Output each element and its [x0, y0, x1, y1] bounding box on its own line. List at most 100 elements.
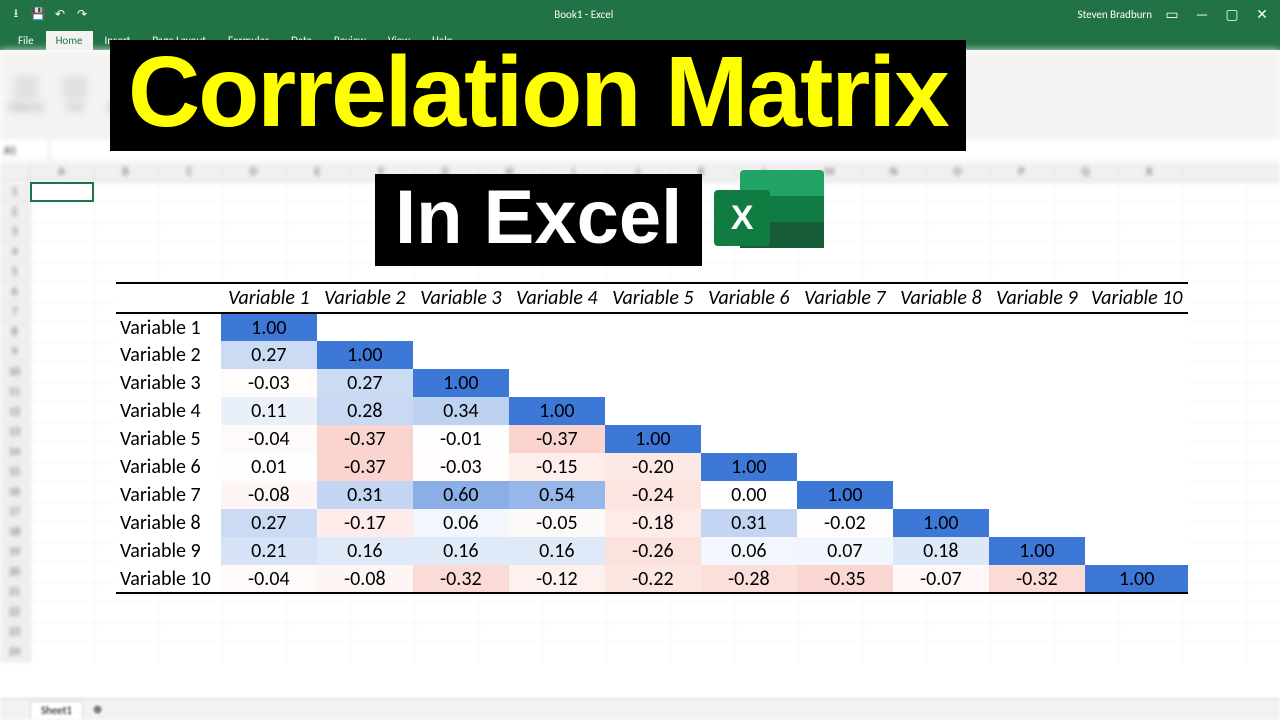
matrix-row-header: Variable 5 — [116, 425, 221, 453]
matrix-cell-empty — [1085, 341, 1189, 369]
row-header[interactable]: 18 — [0, 522, 30, 542]
select-all-corner[interactable] — [0, 162, 30, 181]
column-header[interactable]: P — [990, 162, 1054, 181]
matrix-cell: -0.35 — [797, 565, 893, 593]
matrix-cell: 0.16 — [317, 537, 413, 565]
ribbon-tab-home[interactable]: Home — [46, 31, 93, 50]
column-header[interactable]: B — [94, 162, 158, 181]
matrix-cell: 1.00 — [413, 369, 509, 397]
row-header[interactable]: 21 — [0, 582, 30, 602]
matrix-cell: -0.20 — [605, 453, 701, 481]
column-header[interactable]: D — [222, 162, 286, 181]
row-header[interactable]: 10 — [0, 362, 30, 382]
overlay-title-line2: In Excel — [375, 174, 702, 266]
matrix-cell-empty — [1085, 425, 1189, 453]
matrix-cell: -0.03 — [221, 369, 317, 397]
undo-icon[interactable]: ↶ — [52, 6, 68, 22]
row-header[interactable]: 6 — [0, 282, 30, 302]
matrix-cell: -0.01 — [413, 425, 509, 453]
row-header[interactable]: 2 — [0, 202, 30, 222]
matrix-col-header: Variable 6 — [701, 283, 797, 313]
matrix-cell: 0.01 — [221, 453, 317, 481]
column-header[interactable]: Q — [1054, 162, 1118, 181]
row-header[interactable]: 22 — [0, 602, 30, 622]
new-sheet-icon[interactable]: ⊕ — [87, 703, 108, 716]
matrix-cell: -0.37 — [317, 425, 413, 453]
ribbon-options-icon[interactable]: ▭ — [1162, 4, 1182, 24]
column-header[interactable]: C — [158, 162, 222, 181]
column-header[interactable]: O — [926, 162, 990, 181]
row-header[interactable]: 3 — [0, 222, 30, 242]
matrix-cell-empty — [989, 481, 1085, 509]
row-header[interactable]: 15 — [0, 462, 30, 482]
matrix-col-header: Variable 7 — [797, 283, 893, 313]
matrix-cell: 0.07 — [797, 537, 893, 565]
window-title: Book1 - Excel — [90, 8, 1078, 21]
ribbon-group-clipboard[interactable]: Clipboard — [8, 76, 43, 113]
matrix-cell-empty — [413, 341, 509, 369]
matrix-cell: -0.32 — [413, 565, 509, 593]
row-header[interactable]: 19 — [0, 542, 30, 562]
matrix-cell-empty — [893, 397, 989, 425]
matrix-cell-empty — [317, 313, 413, 341]
matrix-col-header: Variable 5 — [605, 283, 701, 313]
row-header[interactable]: 20 — [0, 562, 30, 582]
ribbon-group-font[interactable]: Font — [63, 76, 87, 113]
matrix-cell: -0.32 — [989, 565, 1085, 593]
column-header[interactable]: N — [862, 162, 926, 181]
autosave-icon[interactable]: ⭳ — [8, 6, 24, 22]
matrix-cell: -0.07 — [893, 565, 989, 593]
row-header[interactable]: 5 — [0, 262, 30, 282]
matrix-cell-empty — [509, 313, 605, 341]
close-icon[interactable]: ✕ — [1252, 4, 1272, 24]
redo-icon[interactable]: ↷ — [74, 6, 90, 22]
matrix-cell-empty — [605, 313, 701, 341]
matrix-cell: 1.00 — [701, 453, 797, 481]
matrix-cell: 1.00 — [605, 425, 701, 453]
row-header[interactable]: 14 — [0, 442, 30, 462]
minimize-icon[interactable]: — — [1192, 4, 1212, 24]
row-header[interactable]: 17 — [0, 502, 30, 522]
matrix-cell: 0.54 — [509, 481, 605, 509]
matrix-cell-empty — [509, 369, 605, 397]
column-header[interactable]: A — [30, 162, 94, 181]
matrix-cell: 1.00 — [989, 537, 1085, 565]
matrix-cell-empty — [893, 481, 989, 509]
matrix-cell: 0.21 — [221, 537, 317, 565]
row-header[interactable]: 9 — [0, 342, 30, 362]
matrix-col-header: Variable 3 — [413, 283, 509, 313]
row-header[interactable]: 12 — [0, 402, 30, 422]
column-header[interactable]: R — [1118, 162, 1182, 181]
row-header[interactable]: 13 — [0, 422, 30, 442]
row-header[interactable]: 7 — [0, 302, 30, 322]
matrix-cell: -0.22 — [605, 565, 701, 593]
matrix-row-header: Variable 9 — [116, 537, 221, 565]
row-header[interactable]: 16 — [0, 482, 30, 502]
matrix-col-header: Variable 2 — [317, 283, 413, 313]
row-header[interactable]: 4 — [0, 242, 30, 262]
matrix-cell: 1.00 — [797, 481, 893, 509]
active-cell[interactable] — [30, 182, 94, 202]
sheet-tab[interactable]: Sheet1 — [30, 701, 83, 719]
row-header[interactable]: 24 — [0, 642, 30, 662]
matrix-cell: 0.06 — [701, 537, 797, 565]
ribbon-tab-file[interactable]: File — [8, 31, 44, 50]
matrix-cell-empty — [605, 369, 701, 397]
matrix-cell-empty — [605, 397, 701, 425]
matrix-cell-empty — [893, 453, 989, 481]
matrix-col-header: Variable 8 — [893, 283, 989, 313]
matrix-cell-empty — [989, 369, 1085, 397]
user-name[interactable]: Steven Bradburn — [1078, 8, 1152, 21]
excel-logo-icon: X — [714, 170, 824, 270]
matrix-cell-empty — [893, 341, 989, 369]
name-box[interactable]: A1 — [0, 140, 50, 161]
save-icon[interactable]: 💾 — [30, 6, 46, 22]
row-header[interactable]: 1 — [0, 182, 30, 202]
column-header[interactable]: E — [286, 162, 350, 181]
maximize-icon[interactable]: ▢ — [1222, 4, 1242, 24]
row-header[interactable]: 11 — [0, 382, 30, 402]
matrix-cell-empty — [1085, 481, 1189, 509]
row-header[interactable]: 8 — [0, 322, 30, 342]
matrix-cell: 0.31 — [317, 481, 413, 509]
row-header[interactable]: 23 — [0, 622, 30, 642]
